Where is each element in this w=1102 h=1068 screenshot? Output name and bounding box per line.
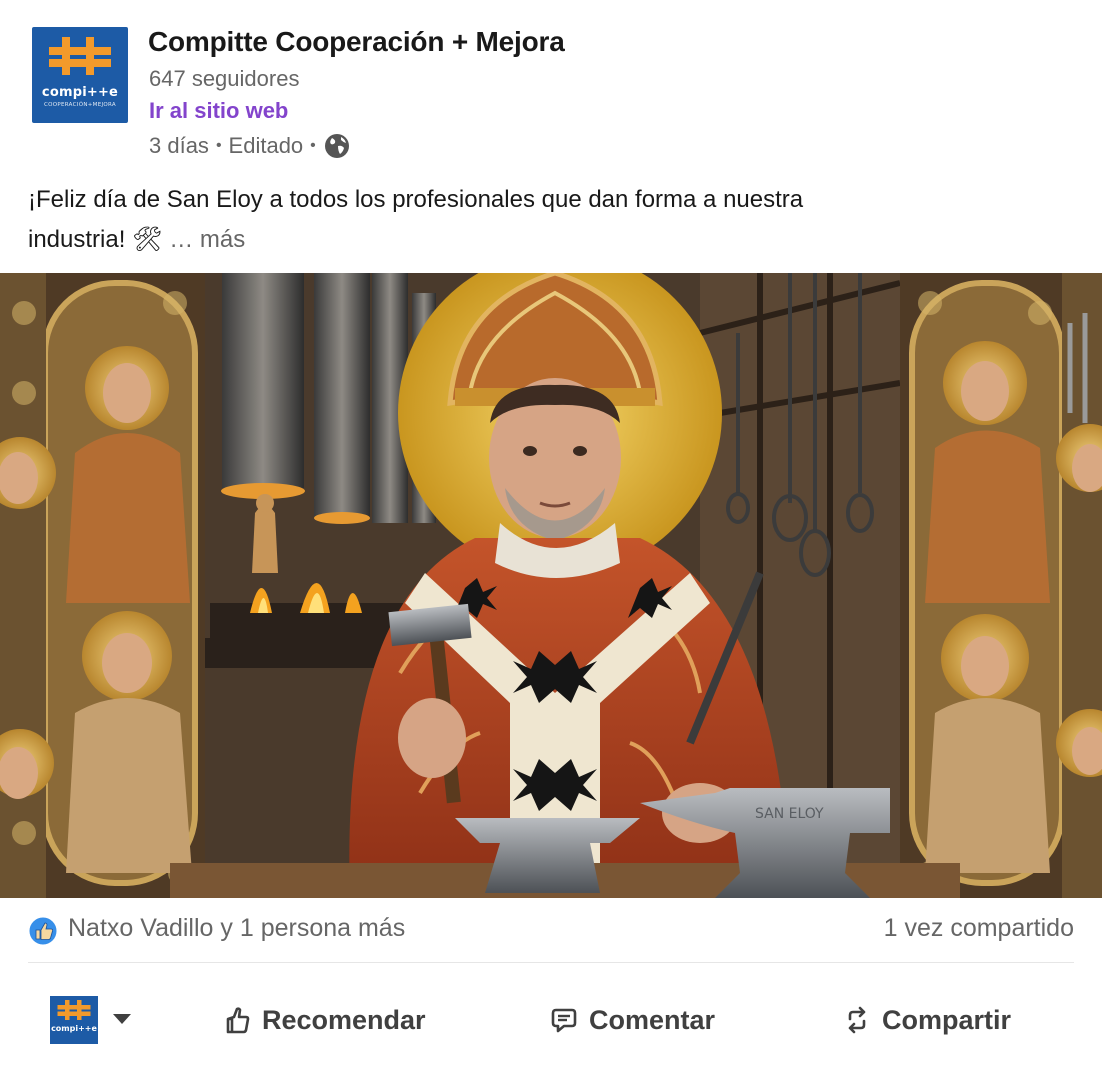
- website-link[interactable]: Ir al sitio web: [149, 98, 288, 124]
- logo-wordmark: compi++e: [41, 85, 119, 100]
- actor-wordmark: compi++e: [51, 1024, 97, 1033]
- comment-button[interactable]: Comentar: [549, 998, 715, 1042]
- post-image[interactable]: SAN ELOY: [0, 273, 1102, 898]
- author-name[interactable]: Compitte Cooperación + Mejora: [148, 26, 565, 58]
- divider: [28, 962, 1074, 963]
- plus-logo-icon: [57, 1000, 91, 1020]
- actor-avatar[interactable]: compi++e: [50, 996, 98, 1044]
- globe-icon: [324, 134, 349, 158]
- see-more-link[interactable]: … más: [169, 226, 245, 253]
- social-counts: Natxo Vadillo y 1 persona más 1 vez comp…: [28, 912, 1074, 948]
- plus-logo-icon: [49, 37, 111, 75]
- recommend-button[interactable]: Recomendar: [222, 998, 426, 1042]
- share-button[interactable]: Compartir: [842, 998, 1011, 1042]
- post-text-line2: industria! 🛠: [28, 226, 163, 253]
- post-time: 3 días: [149, 133, 209, 158]
- chevron-down-icon[interactable]: [112, 1012, 132, 1026]
- like-reaction-icon: [28, 916, 58, 946]
- post-text-line1: ¡Feliz día de San Eloy a todos los profe…: [28, 186, 804, 213]
- post-meta: 3 días • Editado •: [149, 132, 351, 160]
- separator-dot: •: [310, 137, 316, 154]
- logo-tagline: COOPERACIÓN+MEJORA: [43, 102, 116, 108]
- share-label: Compartir: [882, 1004, 1012, 1035]
- recommend-icon: [226, 1007, 250, 1034]
- company-logo[interactable]: compi++e COOPERACIÓN+MEJORA: [32, 27, 128, 123]
- comment-icon: [551, 1008, 577, 1033]
- recommend-label: Recomendar: [262, 1004, 426, 1035]
- post-text-line2-wrap: industria! 🛠 … más: [28, 220, 1028, 260]
- separator-dot: •: [215, 137, 222, 154]
- reactions-summary[interactable]: Natxo Vadillo y 1 persona más: [68, 914, 405, 943]
- post-body: ¡Feliz día de San Eloy a todos los profe…: [28, 180, 1028, 260]
- share-icon: [848, 1006, 866, 1034]
- edited-label: Editado: [228, 133, 304, 158]
- share-count[interactable]: 1 vez compartido: [884, 914, 1074, 943]
- saint-eloy-illustration: SAN ELOY: [0, 273, 1102, 898]
- follower-count: 647 seguidores: [149, 66, 300, 91]
- anvil-inscription: SAN ELOY: [755, 806, 824, 822]
- comment-label: Comentar: [589, 1004, 716, 1035]
